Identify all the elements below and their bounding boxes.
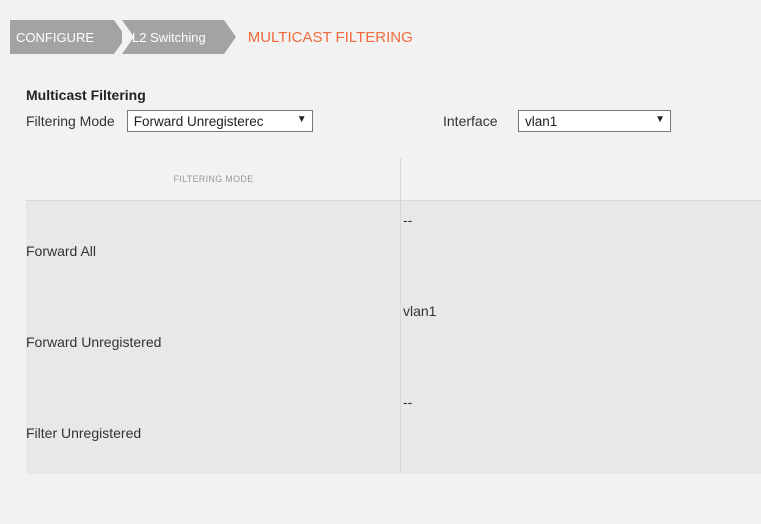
breadcrumb: CONFIGURE L2 Switching MULTICAST FILTERI… (10, 20, 413, 54)
table-row[interactable]: -- Filter Unregistered (26, 383, 761, 474)
interface-label: Interface (443, 113, 498, 129)
interface-select[interactable]: vlan1 ▼ (518, 110, 671, 132)
row-filtering-mode: Forward Unregistered (26, 334, 162, 350)
multicast-filtering-table: FILTERING MODE -- Forward All vlan1 Forw… (26, 158, 761, 474)
table-row[interactable]: vlan1 Forward Unregistered (26, 292, 761, 383)
interface-value: vlan1 (525, 113, 558, 129)
table-body: -- Forward All vlan1 Forward Unregistere… (26, 201, 761, 474)
filtering-mode-row: Filtering Mode Forward Unregisterec ▼ (26, 109, 313, 133)
column-divider (400, 158, 401, 473)
row-filtering-mode: Filter Unregistered (26, 425, 142, 441)
filtering-mode-value: Forward Unregisterec (133, 113, 264, 129)
row-interface: -- (403, 212, 413, 228)
table-header: FILTERING MODE (26, 158, 761, 201)
breadcrumb-configure[interactable]: CONFIGURE (10, 20, 126, 54)
section-title: Multicast Filtering (26, 87, 146, 103)
column-header-filtering-mode[interactable]: FILTERING MODE (26, 158, 401, 200)
filtering-mode-select[interactable]: Forward Unregisterec ▼ (126, 110, 313, 132)
dropdown-caret-icon: ▼ (655, 114, 665, 125)
table-row[interactable]: -- Forward All (26, 201, 761, 292)
row-interface: -- (403, 394, 413, 410)
filtering-mode-label: Filtering Mode (26, 113, 115, 129)
breadcrumb-l2-switching-label: L2 Switching (132, 29, 206, 45)
row-interface: vlan1 (403, 303, 437, 319)
breadcrumb-l2-switching[interactable]: L2 Switching (122, 20, 236, 54)
breadcrumb-configure-label: CONFIGURE (16, 29, 94, 45)
dropdown-caret-icon: ▼ (296, 114, 307, 125)
row-filtering-mode: Forward All (26, 243, 97, 259)
breadcrumb-current: MULTICAST FILTERING (247, 28, 413, 46)
